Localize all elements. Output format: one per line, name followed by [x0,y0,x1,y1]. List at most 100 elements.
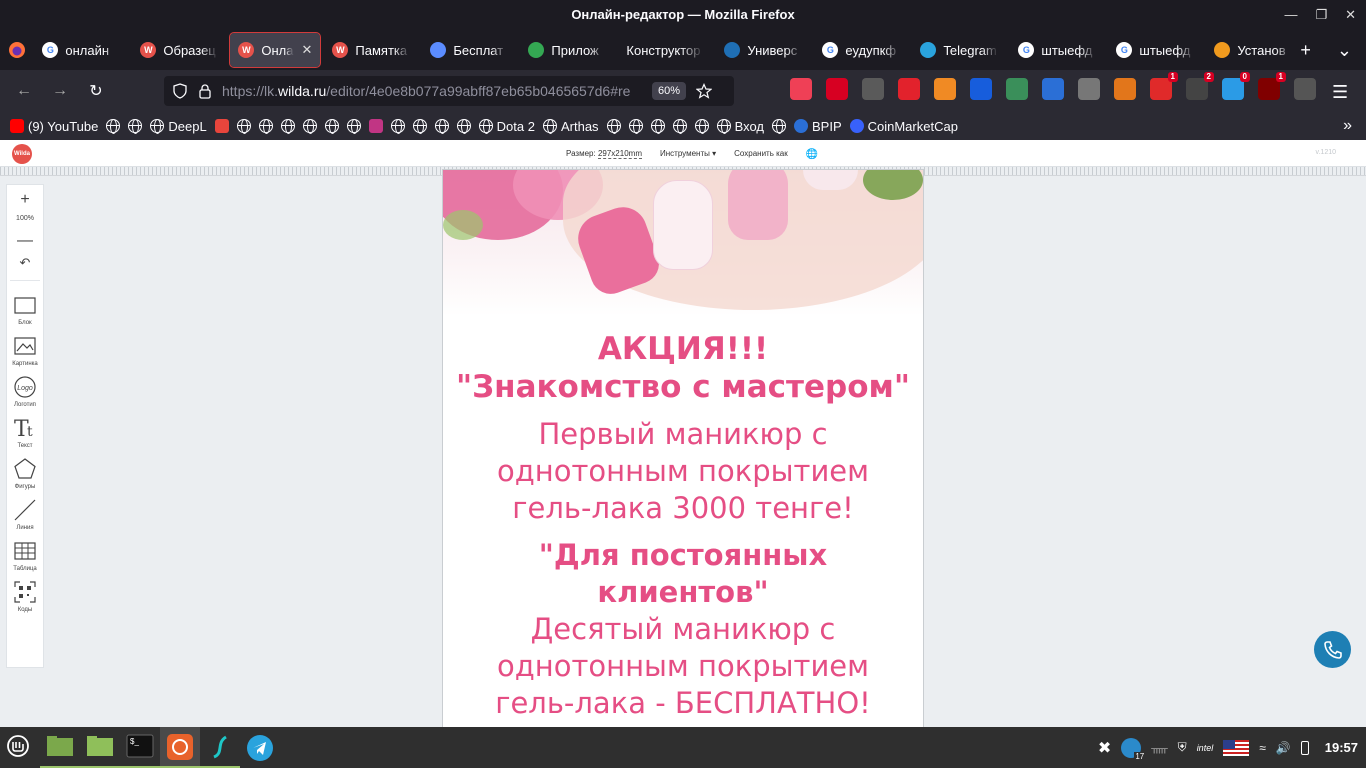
wifi-icon[interactable]: ≈ [1259,741,1266,755]
language-globe-icon[interactable]: 🌐 [806,149,818,160]
bookmark-item[interactable]: (9) YouTube [10,119,98,134]
bluetooth-icon[interactable]: ᚅ [1151,741,1167,755]
url-bar[interactable]: https://lk.wilda.ru/editor/4e0e8b077a99a… [164,76,734,106]
shield-tray-icon[interactable]: ⛨ [1178,740,1187,755]
lock-icon[interactable] [198,83,212,99]
bookmark-item[interactable] [368,119,383,133]
bookmark-item[interactable] [694,119,709,134]
bookmark-item[interactable]: CoinMarketCap [849,119,958,134]
bitwarden-icon[interactable] [970,78,992,100]
download-icon[interactable] [826,78,848,100]
poster-text[interactable]: АКЦИЯ!!! "Знакомство с мастером" Первый … [443,330,923,722]
bookmark-item[interactable] [324,119,339,134]
bookmark-item[interactable] [280,119,295,134]
clock[interactable]: 19:57 [1325,740,1358,755]
bookmark-star-icon[interactable] [696,83,713,99]
bookmark-item[interactable]: Arthas [542,119,599,134]
poster-page[interactable]: АКЦИЯ!!! "Знакомство с мастером" Первый … [442,169,924,727]
size-setting[interactable]: Размер: 297x210mm [566,149,642,160]
tool-line[interactable]: Линия [12,498,38,531]
forward-button[interactable]: → [42,73,78,109]
more-bookmarks-icon[interactable]: » [1343,117,1366,135]
taskbar-telegram[interactable] [240,727,280,768]
globe-green-icon[interactable] [1006,78,1028,100]
cat-icon[interactable] [1078,78,1100,100]
tab-8[interactable]: Gеудупкф [814,33,908,67]
taskbar-firefox[interactable] [160,727,200,768]
bookmark-item[interactable] [346,119,361,134]
zoom-out-button[interactable]: — [17,233,33,249]
info-icon[interactable] [1042,78,1064,100]
bookmark-item[interactable] [258,119,273,134]
ublock-icon[interactable]: 1 [1258,72,1286,100]
bookmark-item[interactable] [128,119,143,134]
taskbar-files[interactable] [40,727,80,768]
taskbar-surfshark[interactable] [200,727,240,768]
bookmark-item[interactable] [236,119,251,134]
bookmark-item[interactable]: Вход [716,119,764,134]
surfshark-tray-icon[interactable]: ✖ [1098,738,1111,758]
call-button[interactable] [1314,631,1351,668]
bookmark-item[interactable] [302,119,317,134]
tab-2[interactable]: W Онлайн ✕ [229,32,322,68]
bookmark-item[interactable] [106,119,121,134]
cs-icon[interactable] [1294,78,1316,100]
battery-icon[interactable] [1300,740,1309,755]
list-all-tabs-icon[interactable]: ⌄ [1337,40,1352,61]
bookmark-item[interactable]: BPIP [793,119,842,134]
new-tab-icon[interactable]: + [1300,40,1311,61]
bookmark-item[interactable] [456,119,471,134]
taskbar-terminal[interactable]: $_ [120,727,160,768]
offer-tenth-manicure[interactable]: Десятый маникюр с однотонным покрытием г… [443,611,923,722]
tab-10[interactable]: Gштыефд [1010,33,1104,67]
reload-button[interactable]: ↻ [78,73,114,109]
bookmark-item[interactable] [434,119,449,134]
headline-akciya[interactable]: АКЦИЯ!!! [443,330,923,368]
wilda-logo[interactable]: Wilda [12,144,32,164]
bookmark-item[interactable] [412,119,427,134]
intel-icon[interactable]: intel [1197,743,1214,753]
taskbar-folder[interactable] [80,727,120,768]
headline-znakomstvo[interactable]: "Знакомство с мастером" [443,368,923,406]
pocket-icon[interactable] [790,78,812,100]
url-text[interactable]: https://lk.wilda.ru/editor/4e0e8b077a99a… [222,83,642,99]
tab-6[interactable]: Конструктор [618,33,712,67]
trash-icon[interactable] [934,78,956,100]
app-menu-icon[interactable]: ☰ [1332,82,1348,103]
tool-image[interactable]: Картинка [12,334,38,367]
tab-7[interactable]: Универс [716,33,810,67]
bookmark-item[interactable]: DeepL [150,119,207,134]
s-extension-icon[interactable] [898,78,920,100]
tab-4[interactable]: Бесплат [422,33,516,67]
keyboard-layout-flag-icon[interactable] [1223,739,1250,756]
headline-regular-clients[interactable]: "Для постоянных клиентов" [443,537,923,611]
undo-button[interactable]: ↶ [20,256,31,270]
bookmark-item[interactable] [606,119,621,134]
tool-qr-code[interactable]: Коды [12,580,38,613]
bookmark-item[interactable] [672,119,687,134]
tab-12[interactable]: Установ [1206,33,1300,67]
minimize-icon[interactable]: — [1284,0,1297,30]
volume-icon[interactable]: 🔊 [1276,741,1291,755]
tab-1[interactable]: W Образец [132,33,226,67]
bookmark-item[interactable] [214,119,229,133]
mask-icon[interactable]: 2 [1186,72,1214,100]
tool-pentagon[interactable]: Фигуры [12,457,38,490]
firefox-view-button[interactable] [0,30,34,70]
metamask-icon[interactable] [1114,78,1136,100]
manicure-photo[interactable] [443,170,923,316]
tool-table[interactable]: Таблица [12,539,38,572]
update-manager-icon[interactable]: 17 [1121,737,1146,761]
c-extension-icon[interactable] [862,78,884,100]
close-tab-icon[interactable]: ✕ [301,42,312,58]
zoom-in-button[interactable]: + [20,192,29,208]
tab-11[interactable]: Gштыефд [1108,33,1202,67]
timer-icon[interactable]: 1 [1150,72,1178,100]
tab-9[interactable]: Telegram [912,33,1006,67]
shield-icon[interactable] [172,83,188,99]
zoom-badge[interactable]: 60% [652,82,687,100]
back-button[interactable]: ← [6,73,42,109]
bookmark-item[interactable] [771,119,786,134]
bookmark-item[interactable] [628,119,643,134]
tool-text[interactable]: Tt Текст [12,416,38,449]
